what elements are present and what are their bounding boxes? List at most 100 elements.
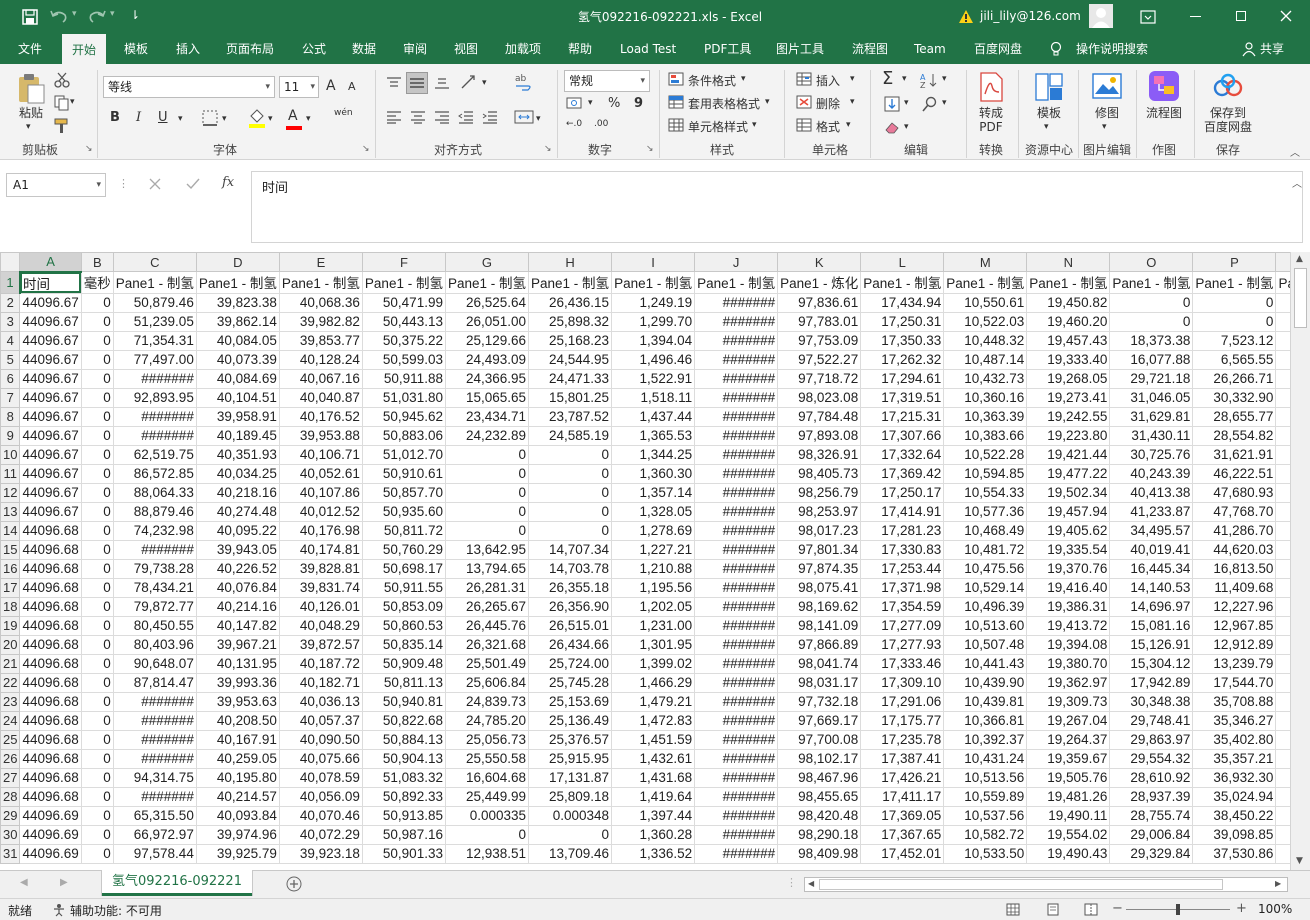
cell[interactable]: 39,953.88 <box>278 425 363 446</box>
cell[interactable]: 1,249.19 <box>611 292 696 313</box>
cell[interactable]: 39,925.79 <box>195 843 280 864</box>
align-left-icon[interactable] <box>386 110 402 124</box>
cell[interactable]: 40,057.37 <box>278 710 363 731</box>
accessibility-status[interactable]: 辅助功能: 不可用 <box>70 902 162 919</box>
cell[interactable]: 98,455.65 <box>777 786 862 807</box>
cell[interactable]: 14,696.97 <box>1109 596 1194 617</box>
cell[interactable]: 40,078.59 <box>278 767 363 788</box>
photo-retouch-icon[interactable] <box>1092 72 1122 100</box>
row-header[interactable]: 21 <box>0 653 21 674</box>
cell[interactable]: 19,460.20 <box>1026 311 1111 332</box>
cell[interactable]: 39,098.85 <box>1192 824 1277 845</box>
cell[interactable]: 0 <box>80 501 114 522</box>
cell[interactable]: 19,421.44 <box>1026 444 1111 465</box>
cell[interactable]: 17,281.23 <box>860 520 945 541</box>
cell[interactable]: 39,967.21 <box>195 634 280 655</box>
cell[interactable]: 19,309.73 <box>1026 691 1111 712</box>
middle-align-button[interactable] <box>406 72 428 94</box>
cell[interactable]: 19,405.62 <box>1026 520 1111 541</box>
cell[interactable]: 30,332.90 <box>1192 387 1277 408</box>
scroll-down-icon[interactable]: ▼ <box>1296 856 1303 866</box>
customize-qat-icon[interactable]: ⇂ <box>130 8 140 22</box>
tab-template[interactable]: 模板 <box>124 34 148 64</box>
cell[interactable]: 50,940.81 <box>361 691 446 712</box>
cell[interactable]: 92,893.95 <box>112 387 197 408</box>
horizontal-scroll-thumb[interactable] <box>819 879 1223 890</box>
cell[interactable]: 40,076.84 <box>195 577 280 598</box>
cell[interactable]: 537.0804 <box>1275 615 1290 636</box>
cell[interactable]: 88,879.46 <box>112 501 197 522</box>
template-button[interactable]: 模板 <box>1030 106 1068 120</box>
cell[interactable]: 538.0567 <box>1275 596 1290 617</box>
cell[interactable]: 556.5219 <box>1275 691 1290 712</box>
cell[interactable]: 1,360.30 <box>611 463 696 484</box>
row-header[interactable]: 24 <box>0 710 21 731</box>
cell[interactable]: 40,107.86 <box>278 482 363 503</box>
paste-icon[interactable] <box>16 72 46 104</box>
wrap-text-icon[interactable]: ab <box>514 72 534 92</box>
row-header[interactable]: 20 <box>0 634 21 655</box>
format-painter-icon[interactable] <box>54 118 70 134</box>
cell[interactable]: 50,811.13 <box>361 672 446 693</box>
cell[interactable]: 538.1387 <box>1275 349 1290 370</box>
cell[interactable]: 97,732.18 <box>777 691 862 712</box>
cell[interactable]: 97,893.08 <box>777 425 862 446</box>
cell[interactable]: 539.4994 <box>1275 368 1290 389</box>
cell[interactable]: 97,836.61 <box>777 292 862 313</box>
cell[interactable]: 97,669.17 <box>777 710 862 731</box>
cell[interactable]: 26,515.01 <box>528 615 613 636</box>
cell[interactable]: 19,505.76 <box>1026 767 1111 788</box>
cell[interactable]: 0 <box>80 558 114 579</box>
cell[interactable]: 44096.67 <box>19 311 82 332</box>
cell[interactable]: 10,439.81 <box>943 691 1028 712</box>
row-header[interactable]: 29 <box>0 805 21 826</box>
cell-styles-button[interactable]: 单元格样式 <box>688 118 748 135</box>
cell[interactable]: 1,195.56 <box>611 577 696 598</box>
cell[interactable]: 13,239.79 <box>1192 653 1277 674</box>
cell[interactable]: 17,215.31 <box>860 406 945 427</box>
cell[interactable]: 51,083.32 <box>361 767 446 788</box>
cell[interactable]: 25,168.23 <box>528 330 613 351</box>
photo-retouch-button[interactable]: 修图 <box>1088 106 1126 120</box>
cell[interactable]: 29,006.84 <box>1109 824 1194 845</box>
scroll-thumb[interactable] <box>1294 268 1307 328</box>
cell[interactable]: 17,319.51 <box>860 387 945 408</box>
cell[interactable]: 482.6584 <box>1275 824 1290 845</box>
cell[interactable]: 44096.68 <box>19 539 82 560</box>
cell[interactable]: 516.3069 <box>1275 311 1290 332</box>
cell[interactable]: 44096.67 <box>19 387 82 408</box>
cell[interactable]: 26,266.71 <box>1192 368 1277 389</box>
add-sheet-icon[interactable] <box>286 876 302 892</box>
scroll-right-icon[interactable]: ▶ <box>1275 879 1281 888</box>
cell[interactable]: 19,413.72 <box>1026 615 1111 636</box>
cell[interactable]: Pane1 - 制氢 <box>112 271 197 294</box>
flowchart-button[interactable]: 流程图 <box>1142 106 1186 120</box>
cell[interactable]: 0 <box>80 767 114 788</box>
cell[interactable]: 40,259.05 <box>195 748 280 769</box>
cell[interactable]: 10,432.73 <box>943 368 1028 389</box>
row-header[interactable]: 7 <box>0 387 21 408</box>
cell[interactable]: 50,911.88 <box>361 368 446 389</box>
cell[interactable]: 10,507.48 <box>943 634 1028 655</box>
cell[interactable]: 0 <box>1192 292 1277 313</box>
minimize-icon[interactable] <box>1190 16 1201 17</box>
cell[interactable]: 39,982.82 <box>278 311 363 332</box>
cell[interactable]: 39,923.18 <box>278 843 363 864</box>
cell[interactable]: 31,046.05 <box>1109 387 1194 408</box>
cell[interactable]: 40,243.39 <box>1109 463 1194 484</box>
cell[interactable]: 28,554.82 <box>1192 425 1277 446</box>
cell[interactable]: Pane1 - 炼化 <box>777 271 862 294</box>
cell[interactable]: 24,493.09 <box>444 349 530 370</box>
cell[interactable]: 1,518.11 <box>611 387 696 408</box>
cell[interactable]: 10,522.28 <box>943 444 1028 465</box>
tab-load-test[interactable]: Load Test <box>620 34 676 64</box>
cell[interactable]: Pane1 - 制氢 <box>1192 271 1277 294</box>
tab-flowchart[interactable]: 流程图 <box>852 34 888 64</box>
cell[interactable]: 17,277.93 <box>860 634 945 655</box>
cell[interactable]: ####### <box>694 634 779 655</box>
row-header[interactable]: 25 <box>0 729 21 750</box>
cell[interactable]: 98,141.09 <box>777 615 862 636</box>
cell[interactable]: 44,620.03 <box>1192 539 1277 560</box>
cell[interactable]: 40,274.48 <box>195 501 280 522</box>
cell[interactable]: 16,813.50 <box>1192 558 1277 579</box>
